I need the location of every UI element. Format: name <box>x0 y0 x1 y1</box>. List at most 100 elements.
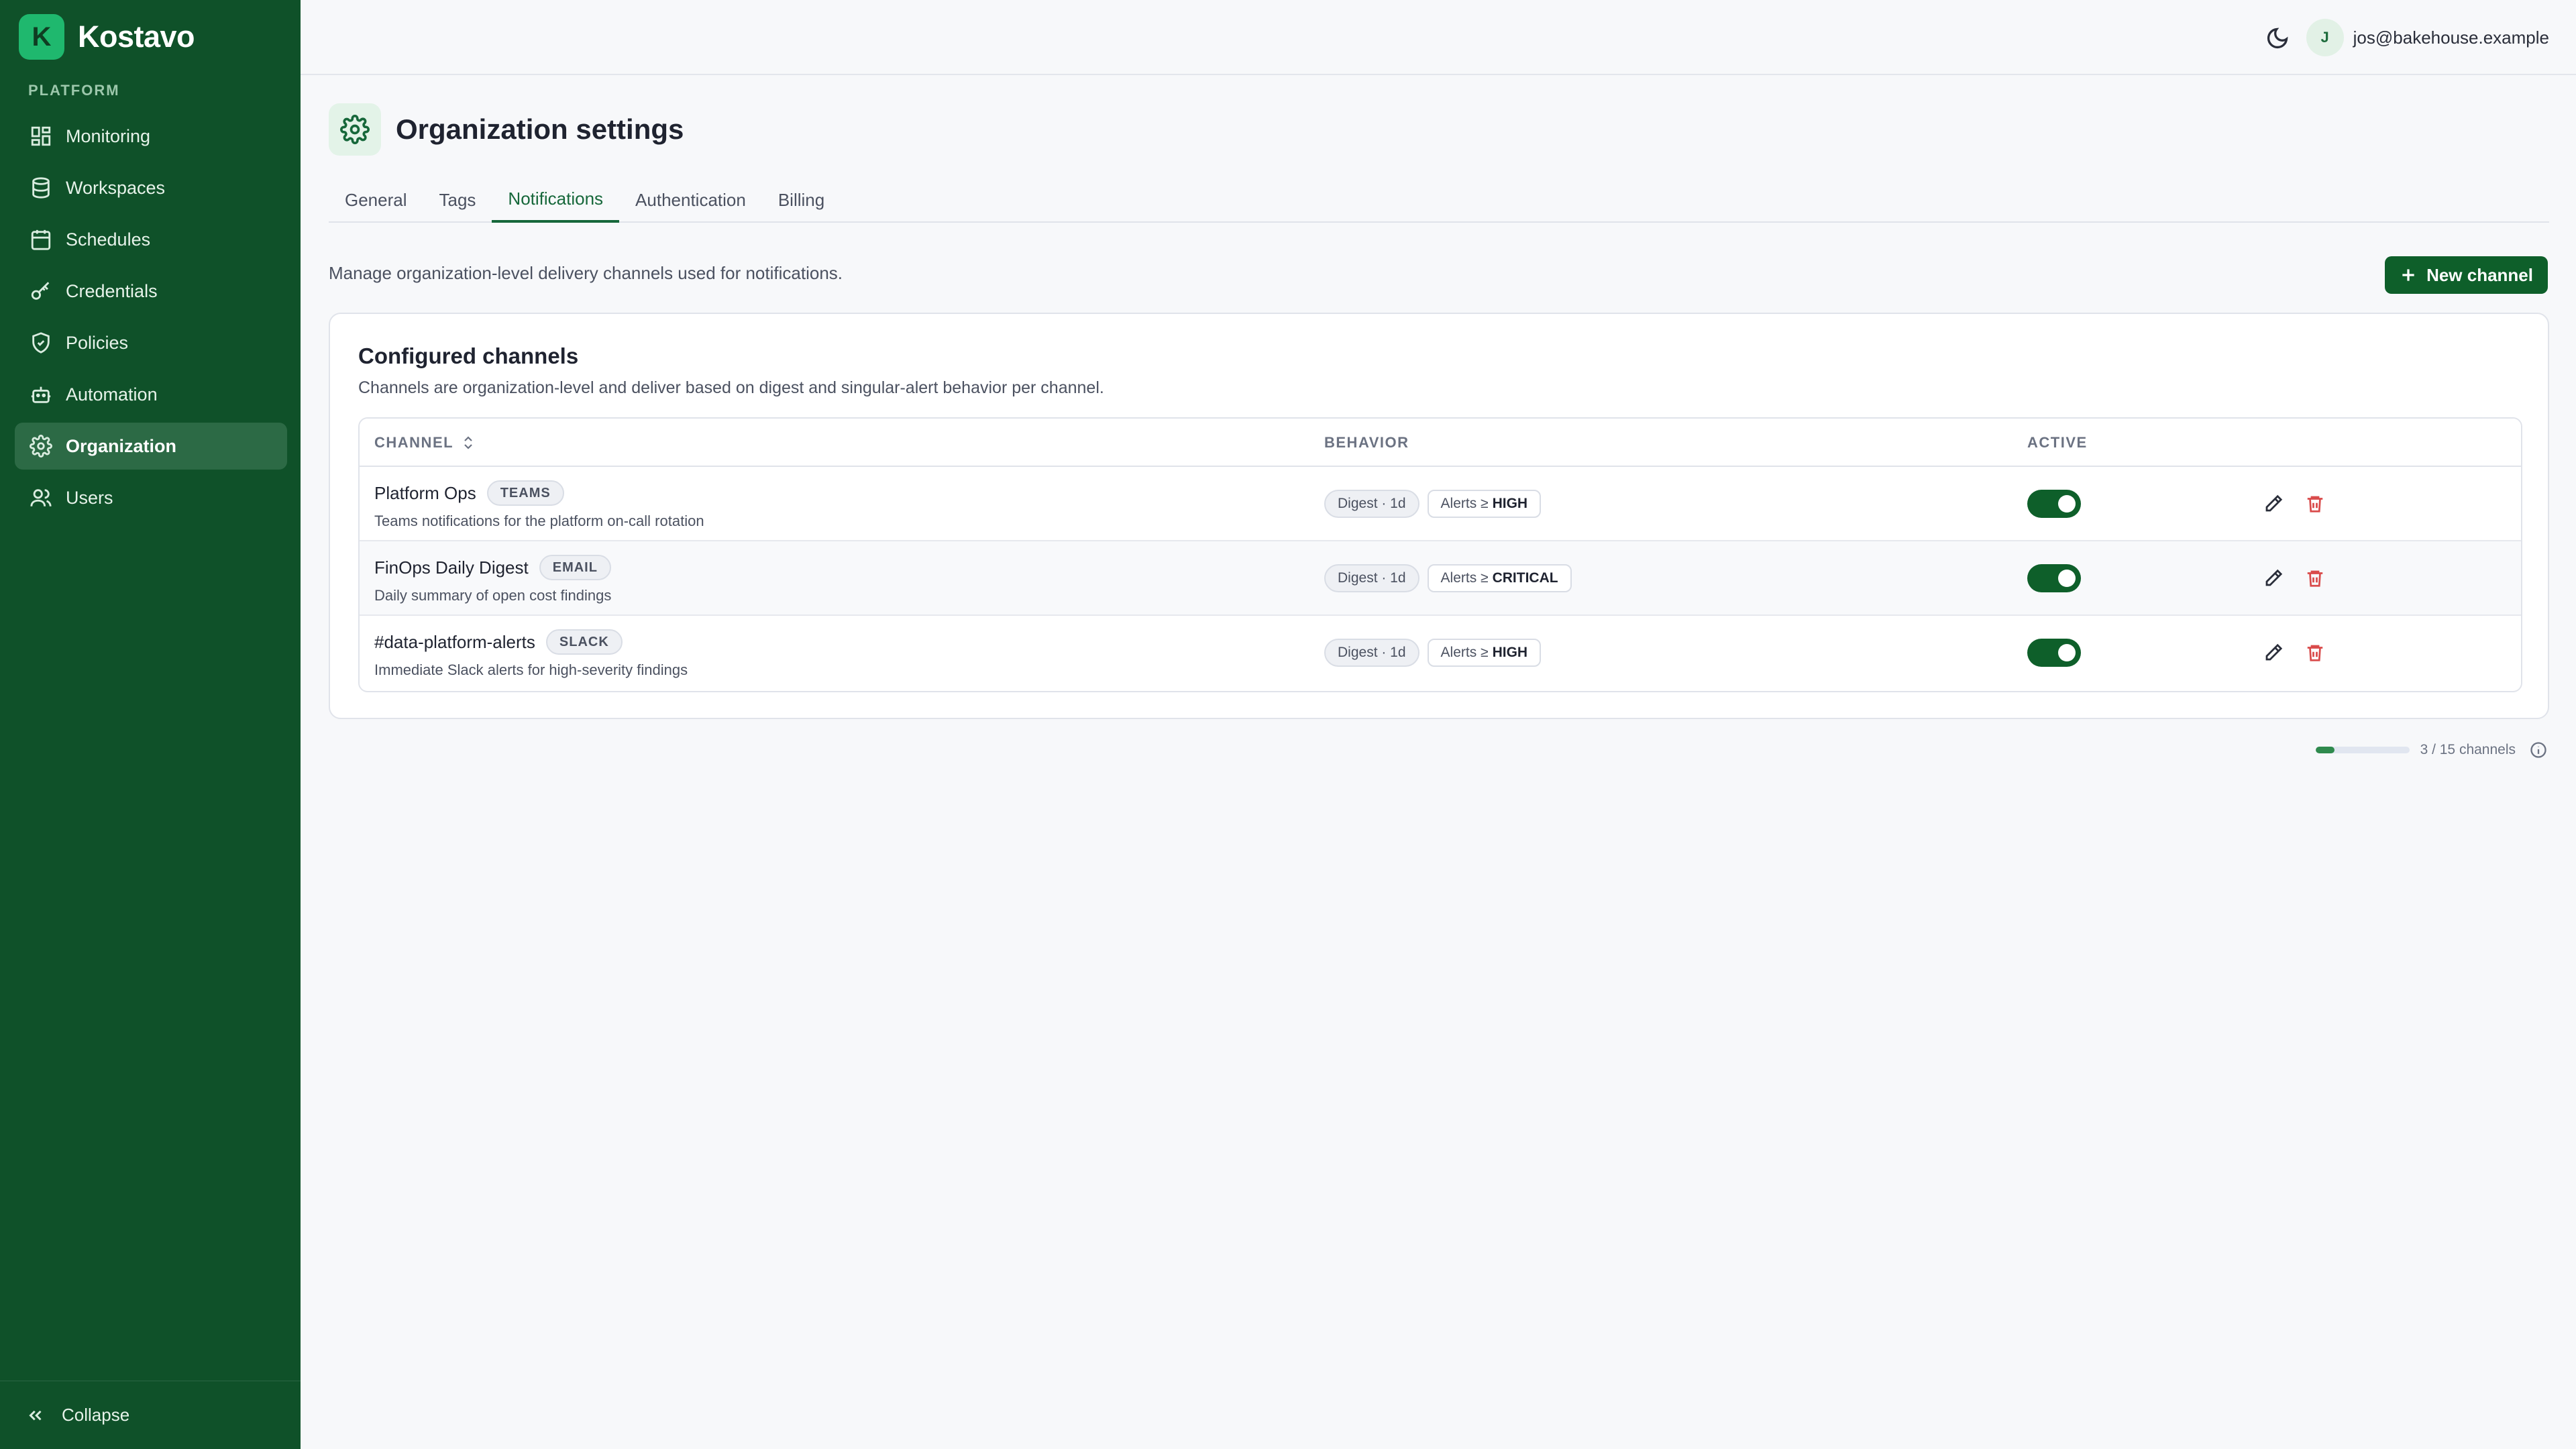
pencil-icon <box>2265 494 2283 512</box>
info-icon[interactable] <box>2529 741 2548 759</box>
table-header: CHANNEL BEHAVIOR ACTIVE <box>360 419 2521 467</box>
sidebar-item-label: Workspaces <box>66 177 166 198</box>
channel-description: Daily summary of open cost findings <box>374 587 612 604</box>
channel-description: Teams notifications for the platform on-… <box>374 513 704 529</box>
users-icon <box>30 489 52 506</box>
delete-button[interactable] <box>2300 637 2330 668</box>
column-header-active: ACTIVE <box>2027 434 2088 451</box>
pencil-icon <box>2265 643 2283 661</box>
delete-button[interactable] <box>2300 563 2330 594</box>
sidebar-item-users[interactable]: Users <box>15 474 287 521</box>
card-title: Configured channels <box>358 343 579 368</box>
usage-progress-fill <box>2315 747 2334 753</box>
channel-name-cell: #data-platform-alerts SLACK <box>374 629 623 655</box>
sidebar: K Kostavo PLATFORM Monitoring Workspaces… <box>0 0 301 1449</box>
sidebar-item-organization[interactable]: Organization <box>15 423 287 470</box>
alerts-level: HIGH <box>1492 496 1528 511</box>
moon-icon <box>2267 28 2288 49</box>
edit-button[interactable] <box>2258 488 2289 519</box>
database-icon <box>32 177 50 199</box>
column-header-behavior: BEHAVIOR <box>1324 434 1409 451</box>
sidebar-section-label: PLATFORM <box>28 82 120 99</box>
tab-notifications[interactable]: Notifications <box>492 177 620 223</box>
sidebar-item-label: Monitoring <box>66 125 151 146</box>
column-header-channel[interactable]: CHANNEL <box>374 419 475 467</box>
channel-behavior: Digest · 1d Alerts ≥ HIGH <box>1324 490 1542 518</box>
trash-icon <box>2307 570 2323 587</box>
brand[interactable]: K Kostavo <box>19 13 195 60</box>
sidebar-item-label: Automation <box>66 384 158 405</box>
delete-button[interactable] <box>2300 488 2330 519</box>
edit-button[interactable] <box>2258 637 2289 668</box>
user-email: jos@bakehouse.example <box>2353 27 2549 48</box>
new-channel-button[interactable]: New channel <box>2385 256 2548 294</box>
channel-type-badge: SLACK <box>545 629 623 655</box>
sidebar-item-monitoring[interactable]: Monitoring <box>15 113 287 160</box>
alerts-level: HIGH <box>1492 645 1528 660</box>
active-toggle[interactable] <box>2027 639 2081 667</box>
trash-icon <box>2307 645 2323 661</box>
avatar: J <box>2306 19 2344 56</box>
pencil-icon <box>2265 569 2283 586</box>
sidebar-item-credentials[interactable]: Credentials <box>15 268 287 315</box>
kostavo-logo-icon: K <box>19 14 64 60</box>
plus-icon <box>2402 269 2414 281</box>
channels-card: Configured channels Channels are organiz… <box>329 313 2549 719</box>
sidebar-item-automation[interactable]: Automation <box>15 371 287 418</box>
main-content: Organization settings General Tags Notif… <box>301 75 2576 1449</box>
tab-general[interactable]: General <box>329 177 423 223</box>
sidebar-item-policies[interactable]: Policies <box>15 319 287 366</box>
key-icon <box>31 282 50 300</box>
tab-authentication[interactable]: Authentication <box>619 177 762 223</box>
channel-type-badge: TEAMS <box>486 480 564 506</box>
sidebar-item-label: Policies <box>66 332 129 353</box>
robot-icon <box>31 386 51 403</box>
tab-tags[interactable]: Tags <box>423 177 492 223</box>
gear-icon <box>340 115 370 144</box>
sidebar-item-schedules[interactable]: Schedules <box>15 216 287 263</box>
shield-icon <box>32 332 50 354</box>
alerts-badge: Alerts ≥ HIGH <box>1427 490 1542 518</box>
alerts-badge: Alerts ≥ HIGH <box>1427 639 1542 667</box>
digest-badge: Digest · 1d <box>1324 564 1419 592</box>
collapse-button[interactable]: Collapse <box>0 1381 301 1449</box>
channel-type-badge: EMAIL <box>539 555 611 580</box>
channel-behavior: Digest · 1d Alerts ≥ CRITICAL <box>1324 564 1572 592</box>
theme-toggle-button[interactable] <box>2261 21 2294 55</box>
user-menu[interactable]: J jos@bakehouse.example <box>2306 19 2549 56</box>
channel-name-cell: Platform Ops TEAMS <box>374 480 564 506</box>
channel-name: FinOps Daily Digest <box>374 557 529 578</box>
table-row: #data-platform-alerts SLACK Immediate Sl… <box>360 616 2521 690</box>
table-row: Platform Ops TEAMS Teams notifications f… <box>360 467 2521 541</box>
alerts-badge: Alerts ≥ CRITICAL <box>1427 564 1572 592</box>
calendar-icon <box>31 229 51 250</box>
sidebar-item-label: Organization <box>66 435 177 456</box>
active-toggle[interactable] <box>2027 564 2081 592</box>
digest-badge: Digest · 1d <box>1324 639 1419 667</box>
digest-badge: Digest · 1d <box>1324 490 1419 518</box>
page-header: Organization settings <box>329 103 684 156</box>
new-channel-label: New channel <box>2426 264 2533 285</box>
sidebar-item-workspaces[interactable]: Workspaces <box>15 164 287 211</box>
alerts-prefix: Alerts ≥ <box>1440 496 1489 511</box>
edit-button[interactable] <box>2258 563 2289 594</box>
card-subtitle: Channels are organization-level and deli… <box>358 378 1104 397</box>
alerts-prefix: Alerts ≥ <box>1440 570 1489 586</box>
settings-tabs: General Tags Notifications Authenticatio… <box>329 177 2549 223</box>
active-toggle[interactable] <box>2027 490 2081 518</box>
table-row: FinOps Daily Digest EMAIL Daily summary … <box>360 541 2521 616</box>
channel-behavior: Digest · 1d Alerts ≥ HIGH <box>1324 639 1542 667</box>
chevrons-left-icon <box>29 1410 42 1420</box>
row-actions <box>2258 637 2330 668</box>
channel-name-cell: FinOps Daily Digest EMAIL <box>374 555 611 580</box>
sort-icon <box>464 436 472 449</box>
row-actions <box>2258 563 2330 594</box>
topbar: J jos@bakehouse.example <box>301 0 2576 75</box>
page-title: Organization settings <box>396 113 684 145</box>
usage-progress-bar <box>2315 747 2410 753</box>
tab-billing[interactable]: Billing <box>762 177 841 223</box>
channel-usage: 3 / 15 channels <box>2315 737 2548 763</box>
sidebar-item-label: Credentials <box>66 280 158 301</box>
trash-icon <box>2307 496 2323 513</box>
page-icon <box>329 103 381 156</box>
